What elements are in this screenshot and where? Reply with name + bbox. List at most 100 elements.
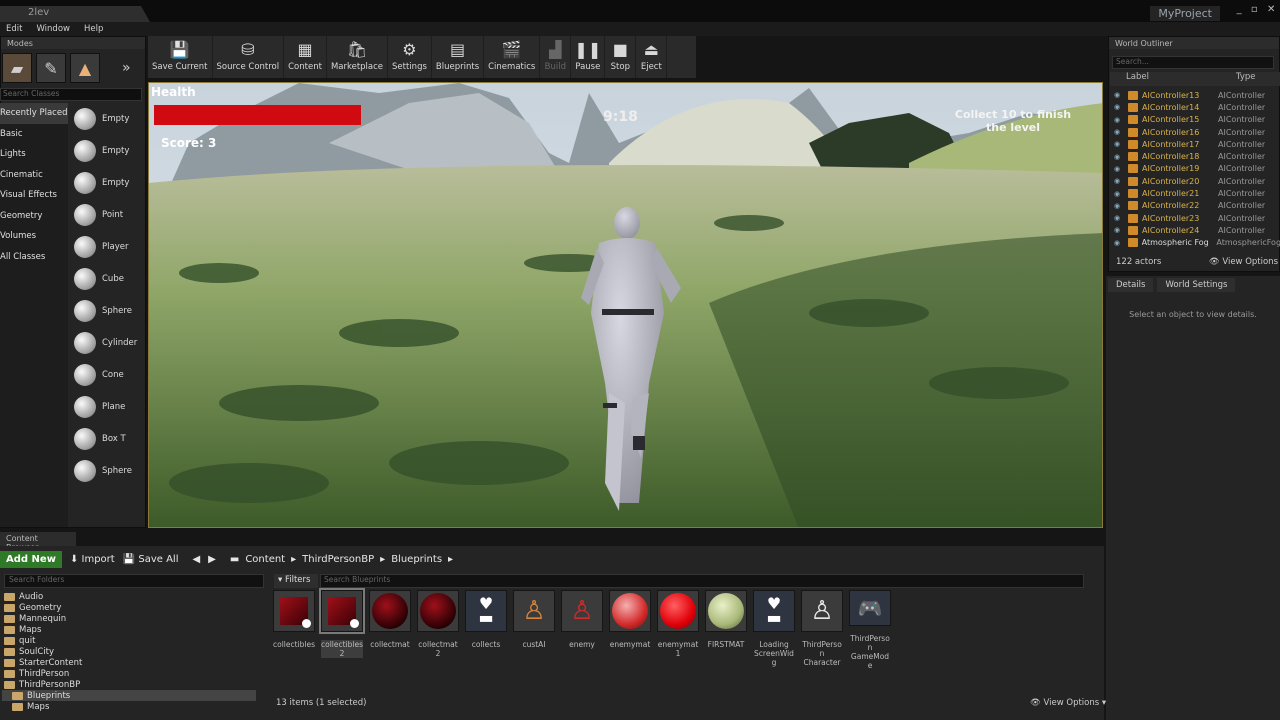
visibility-eye-icon[interactable]: ◉ bbox=[1110, 239, 1124, 247]
visibility-eye-icon[interactable]: ◉ bbox=[1110, 103, 1124, 111]
marketplace-button[interactable]: 🛍 Marketplace bbox=[327, 36, 389, 78]
asset-tile[interactable]: enemymat bbox=[609, 590, 651, 670]
content-button[interactable]: ▦ Content bbox=[284, 36, 327, 78]
save-current-button[interactable]: 💾 Save Current bbox=[148, 36, 213, 78]
asset-tile[interactable]: collectibles2 bbox=[319, 588, 365, 670]
visibility-eye-icon[interactable]: ◉ bbox=[1110, 202, 1124, 210]
breadcrumb-thirdpersonbp[interactable]: ThirdPersonBP bbox=[302, 554, 374, 565]
outliner-row[interactable]: ◉ AIController20 AIController bbox=[1110, 175, 1280, 187]
outliner-row[interactable]: ◉ Atmospheric Fog AtmosphericFog bbox=[1110, 237, 1280, 249]
menu-window[interactable]: Window bbox=[36, 24, 70, 34]
place-mode-icon[interactable]: ▰ bbox=[2, 53, 32, 83]
category-item[interactable]: Geometry bbox=[0, 206, 68, 227]
asset-tile[interactable]: enemymat1 bbox=[657, 590, 699, 670]
asset-tile[interactable]: ♙ enemy bbox=[561, 590, 603, 670]
placeable-item[interactable]: Sphere bbox=[70, 455, 144, 487]
category-item[interactable]: Cinematic bbox=[0, 165, 68, 186]
breadcrumb-blueprints[interactable]: Blueprints bbox=[391, 554, 442, 565]
asset-tile[interactable]: ♙ ThirdPerson Character bbox=[801, 590, 843, 670]
save-all-button[interactable]: 💾 Save All bbox=[123, 554, 179, 565]
blueprints-button[interactable]: ▤ Blueprints bbox=[432, 36, 485, 78]
more-modes-icon[interactable]: » bbox=[122, 60, 131, 76]
category-item[interactable]: Basic bbox=[0, 124, 68, 145]
folder-item[interactable]: Audio bbox=[2, 591, 256, 602]
outliner-row[interactable]: ◉ AIController24 AIController bbox=[1110, 224, 1280, 236]
folder-item[interactable]: Maps bbox=[2, 624, 256, 635]
import-button[interactable]: ⬇ Import bbox=[70, 554, 115, 565]
outliner-row[interactable]: ◉ AIController16 AIController bbox=[1110, 126, 1280, 138]
level-tab[interactable]: 2lev bbox=[0, 6, 150, 22]
folder-item[interactable]: Blueprints bbox=[2, 690, 256, 701]
eject-button[interactable]: ⏏ Eject bbox=[636, 36, 668, 78]
outliner-search-input[interactable]: Search... bbox=[1112, 56, 1274, 69]
type-column-header[interactable]: Type bbox=[1202, 72, 1256, 86]
placeable-item[interactable]: Cylinder bbox=[70, 327, 144, 359]
asset-tile[interactable]: collectmat2 bbox=[417, 590, 459, 670]
outliner-row[interactable]: ◉ AIController23 AIController bbox=[1110, 212, 1280, 224]
category-item[interactable]: Visual Effects bbox=[0, 185, 68, 206]
category-item[interactable]: Lights bbox=[0, 144, 68, 165]
folder-item[interactable]: StarterContent bbox=[2, 657, 256, 668]
visibility-eye-icon[interactable]: ◉ bbox=[1110, 128, 1124, 136]
outliner-row[interactable]: ◉ AIController21 AIController bbox=[1110, 187, 1280, 199]
settings-button[interactable]: ⚙ Settings bbox=[388, 36, 432, 78]
tab-details[interactable]: Details bbox=[1108, 278, 1154, 292]
folder-item[interactable]: ThirdPersonBP bbox=[2, 679, 256, 690]
game-viewport[interactable]: Health Score: 3 9:18 Collect 10 to finis… bbox=[148, 82, 1103, 528]
outliner-row[interactable]: ◉ AIController14 AIController bbox=[1110, 101, 1280, 113]
cb-view-options-button[interactable]: 👁 View Options ▾ bbox=[1030, 698, 1106, 708]
placeable-item[interactable]: Empty bbox=[70, 167, 144, 199]
folder-item[interactable]: ThirdPerson bbox=[2, 668, 256, 679]
visibility-eye-icon[interactable]: ◉ bbox=[1110, 190, 1124, 198]
stop-button[interactable]: ■ Stop bbox=[605, 36, 637, 78]
visibility-eye-icon[interactable]: ◉ bbox=[1110, 214, 1124, 222]
placeable-item[interactable]: Sphere bbox=[70, 295, 144, 327]
build-button[interactable]: ▟ Build bbox=[540, 36, 572, 78]
asset-tile[interactable]: collectmat bbox=[369, 590, 411, 670]
placeable-item[interactable]: Player bbox=[70, 231, 144, 263]
asset-tile[interactable]: ♥ ▬ Loading ScreenWidg bbox=[753, 590, 795, 670]
tab-world-settings[interactable]: World Settings bbox=[1157, 278, 1236, 292]
filters-button[interactable]: ▾ Filters bbox=[274, 574, 318, 588]
outliner-view-options-button[interactable]: 👁 View Options bbox=[1209, 257, 1278, 267]
content-browser-tab[interactable]: Content Browser bbox=[0, 532, 76, 552]
visibility-eye-icon[interactable]: ◉ bbox=[1110, 116, 1124, 124]
menu-help[interactable]: Help bbox=[84, 24, 103, 34]
asset-tile[interactable]: ♙ custAI bbox=[513, 590, 555, 670]
outliner-row[interactable]: ◉ AIController19 AIController bbox=[1110, 163, 1280, 175]
placeable-item[interactable]: Cone bbox=[70, 359, 144, 391]
outliner-row[interactable]: ◉ AIController22 AIController bbox=[1110, 200, 1280, 212]
asset-tile[interactable]: collectibles bbox=[273, 590, 315, 670]
asset-tile[interactable]: ♥ ▬ collects bbox=[465, 590, 507, 670]
landscape-mode-icon[interactable]: ▲ bbox=[70, 53, 100, 83]
outliner-row[interactable]: ◉ AIController15 AIController bbox=[1110, 114, 1280, 126]
breadcrumb-content[interactable]: Content bbox=[245, 554, 285, 565]
pause-button[interactable]: ❚❚ Pause bbox=[571, 36, 606, 78]
asset-tile[interactable]: 🎮 ThirdPerson GameMode bbox=[849, 590, 891, 670]
maximize-icon[interactable]: ▫ bbox=[1251, 4, 1258, 18]
folder-item[interactable]: Geometry bbox=[2, 602, 256, 613]
category-item[interactable]: All Classes bbox=[0, 247, 68, 268]
close-icon[interactable]: ✕ bbox=[1267, 4, 1275, 18]
visibility-eye-icon[interactable]: ◉ bbox=[1110, 165, 1124, 173]
outliner-row[interactable]: ◉ AIController17 AIController bbox=[1110, 138, 1280, 150]
placeable-item[interactable]: Plane bbox=[70, 391, 144, 423]
visibility-eye-icon[interactable]: ◉ bbox=[1110, 226, 1124, 234]
outliner-row[interactable]: ◉ AIController18 AIController bbox=[1110, 150, 1280, 162]
placeable-item[interactable]: Point bbox=[70, 199, 144, 231]
placeable-item[interactable]: Cube bbox=[70, 263, 144, 295]
paint-mode-icon[interactable]: ✎ bbox=[36, 53, 66, 83]
folder-item[interactable]: SoulCity bbox=[2, 646, 256, 657]
outliner-row[interactable]: ◉ AIController13 AIController bbox=[1110, 89, 1280, 101]
folder-item[interactable]: Maps bbox=[2, 701, 256, 712]
asset-tile[interactable]: FIRSTMAT bbox=[705, 590, 747, 670]
source-control-button[interactable]: ⛁ Source Control bbox=[213, 36, 285, 78]
placeable-item[interactable]: Empty bbox=[70, 103, 144, 135]
visibility-eye-icon[interactable]: ◉ bbox=[1110, 91, 1124, 99]
label-column-header[interactable]: Label bbox=[1110, 72, 1202, 86]
category-item[interactable]: Volumes bbox=[0, 226, 68, 247]
visibility-eye-icon[interactable]: ◉ bbox=[1110, 140, 1124, 148]
search-classes-input[interactable]: Search Classes bbox=[0, 88, 142, 101]
add-new-button[interactable]: Add New bbox=[0, 550, 62, 568]
forward-icon[interactable]: ▶ bbox=[208, 554, 216, 565]
